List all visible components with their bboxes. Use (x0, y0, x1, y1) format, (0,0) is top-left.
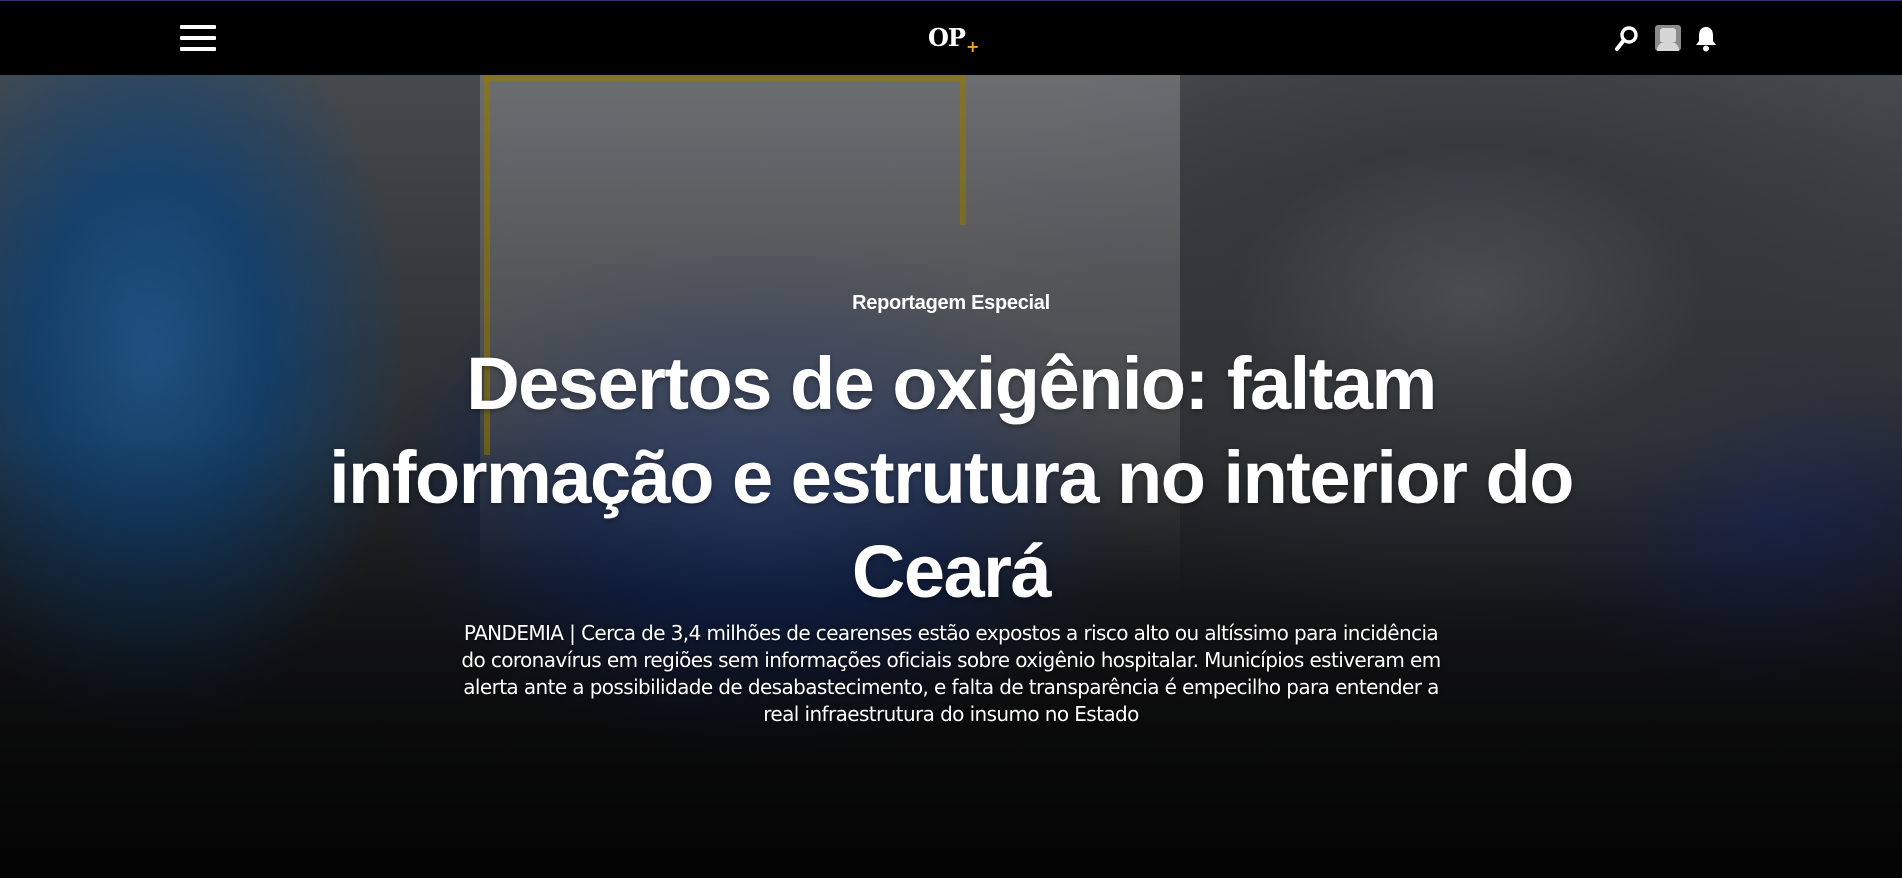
search-icon[interactable] (1614, 25, 1642, 53)
logo-plus-accent: + (965, 37, 979, 56)
hero-banner: Reportagem Especial Desertos de oxigênio… (0, 75, 1902, 878)
top-navigation-bar: OP+ (0, 0, 1902, 75)
hamburger-menu-icon[interactable] (180, 25, 216, 53)
article-section: PANDEMIA (463, 621, 564, 645)
article-headline[interactable]: Desertos de oxigênio: faltam informação … (310, 337, 1592, 619)
user-avatar-icon[interactable] (1655, 25, 1683, 53)
section-separator: | (569, 621, 576, 645)
notification-bell-icon[interactable] (1694, 25, 1720, 53)
site-logo[interactable]: OP+ (928, 23, 979, 56)
article-summary: PANDEMIA | Cerca de 3,4 milhões de ceare… (456, 620, 1446, 728)
article-summary-text: Cerca de 3,4 milhões de cearenses estão … (461, 621, 1441, 726)
logo-text: OP (928, 23, 966, 52)
article-kicker[interactable]: Reportagem Especial (0, 292, 1902, 315)
